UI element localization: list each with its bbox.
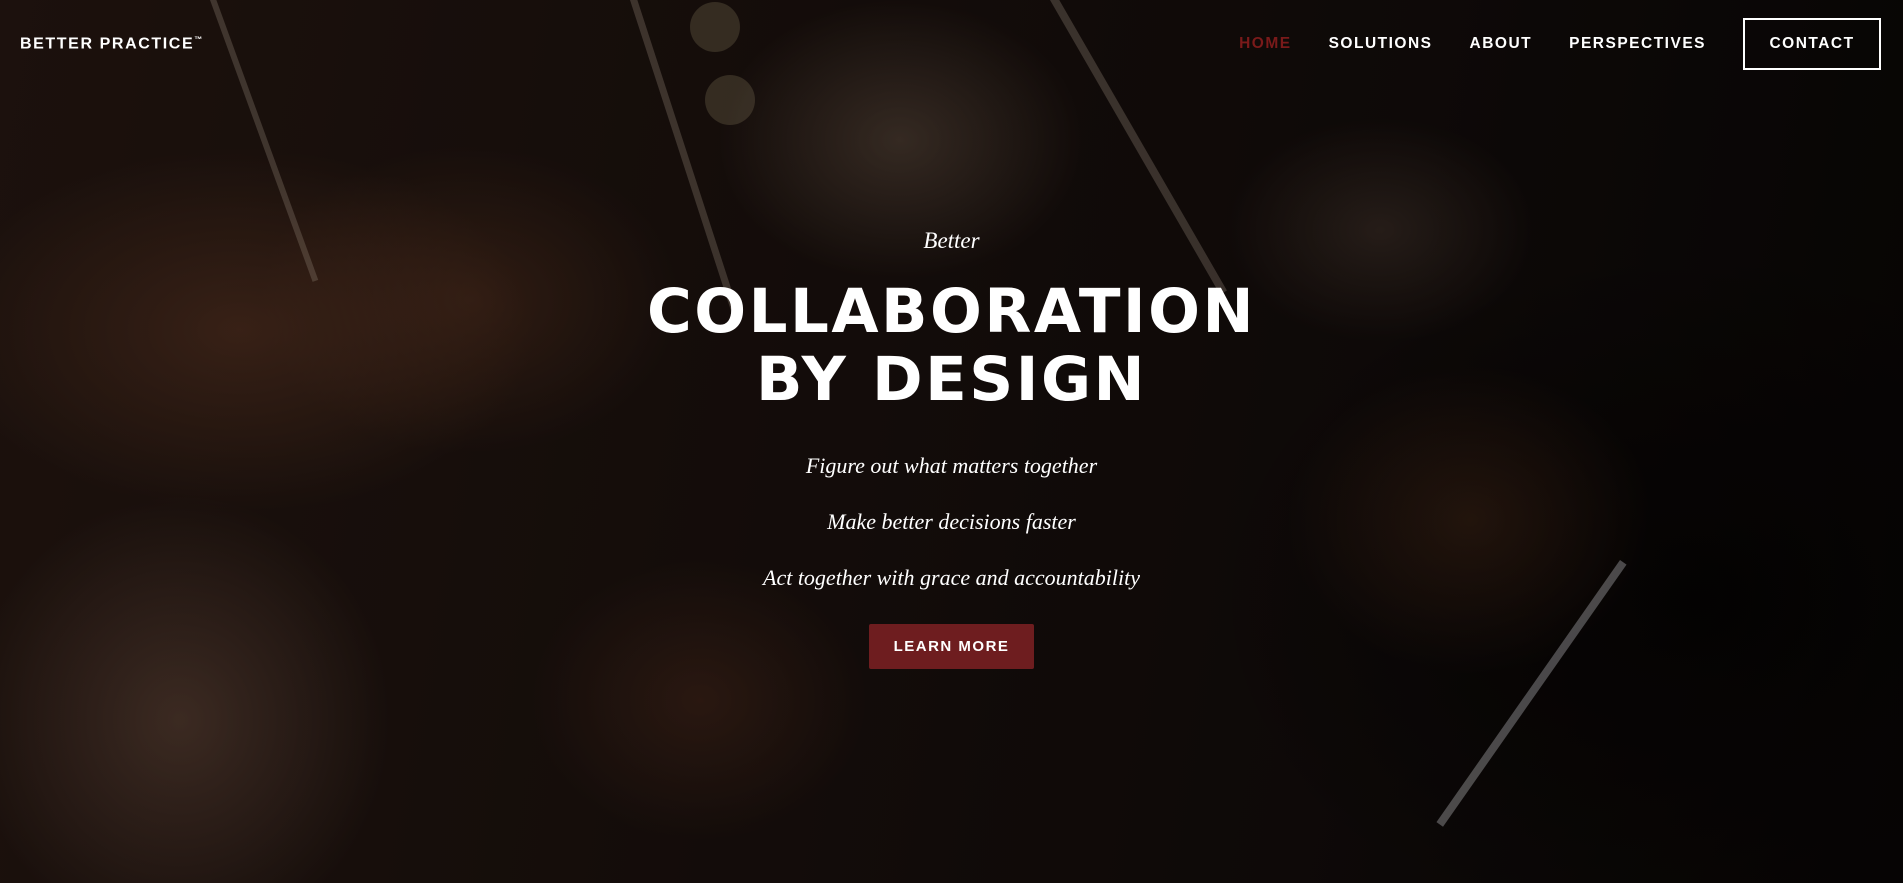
nav-about[interactable]: ABOUT <box>1470 35 1533 53</box>
trademark-mark: ™ <box>194 34 203 44</box>
learn-more-button[interactable]: LEARN MORE <box>869 624 1034 669</box>
contact-button[interactable]: CONTACT <box>1743 18 1881 70</box>
hero-content: Better COLLABORATION BY DESIGN Figure ou… <box>0 228 1903 669</box>
nav-solutions[interactable]: SOLUTIONS <box>1329 35 1433 53</box>
hero-taglines: Figure out what matters together Make be… <box>0 438 1903 606</box>
main-nav: HOME SOLUTIONS ABOUT PERSPECTIVES CONTAC… <box>1202 18 1883 70</box>
site-header: BETTER PRACTICE™ HOME SOLUTIONS ABOUT PE… <box>0 0 1903 88</box>
nav-perspectives[interactable]: PERSPECTIVES <box>1569 35 1706 53</box>
hero-headline: COLLABORATION BY DESIGN <box>0 278 1903 414</box>
tagline-item: Make better decisions faster <box>827 509 1076 534</box>
tagline-item: Act together with grace and accountabili… <box>763 565 1140 590</box>
hero-section: BETTER PRACTICE™ HOME SOLUTIONS ABOUT PE… <box>0 0 1903 883</box>
hero-eyebrow: Better <box>923 228 980 253</box>
site-logo[interactable]: BETTER PRACTICE™ <box>20 35 202 53</box>
headline-line-1: COLLABORATION <box>646 276 1257 347</box>
headline-line-2: BY DESIGN <box>755 344 1148 415</box>
tagline-item: Figure out what matters together <box>805 453 1098 478</box>
logo-text: BETTER PRACTICE <box>20 35 195 53</box>
nav-home[interactable]: HOME <box>1239 35 1292 53</box>
